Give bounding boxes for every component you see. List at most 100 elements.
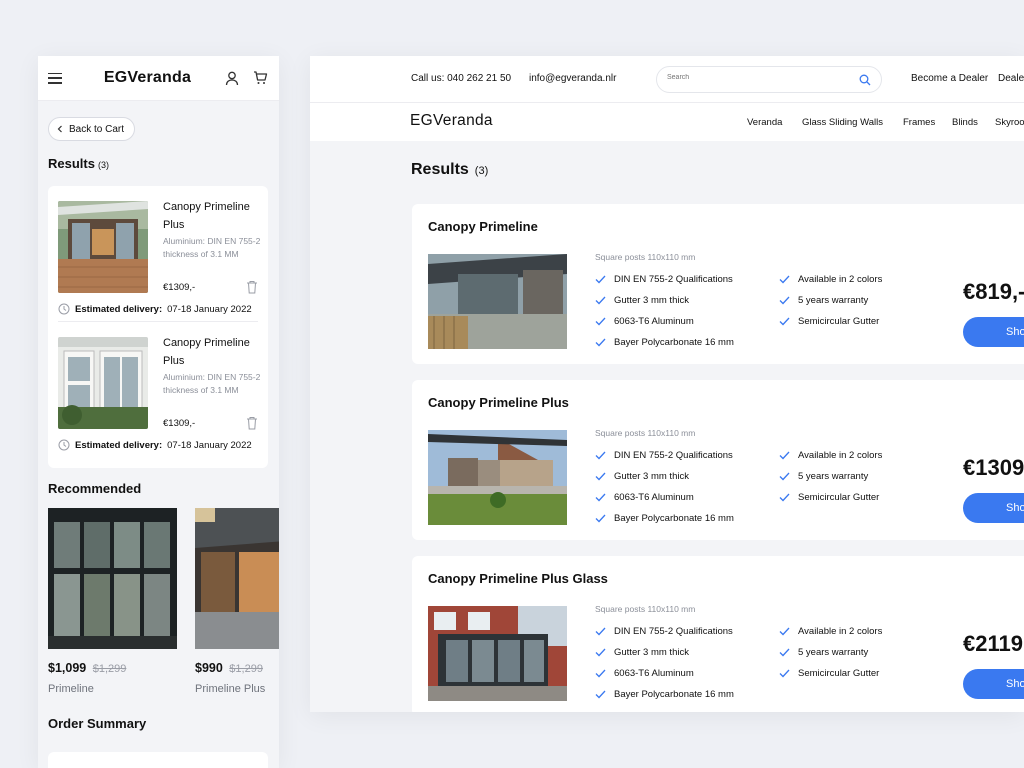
recommended-image[interactable] [195, 508, 279, 649]
check-icon [779, 472, 790, 481]
mobile-results-heading: Results (3) [48, 156, 109, 171]
recommended-image[interactable] [48, 508, 177, 649]
results-title: Results [48, 156, 95, 171]
price-old: $1,299 [92, 663, 127, 675]
feature-item: Gutter 3 mm thick [595, 471, 689, 482]
top-bar: Call us: 040 262 21 50 info@egveranda.nl… [310, 56, 1024, 103]
feature-item: 6063-T6 Aluminum [595, 492, 694, 503]
product-card: Canopy Primeline Square posts 110x110 mm… [412, 204, 1024, 364]
mobile-header: EGVeranda [38, 56, 279, 101]
cart-list: Canopy Primeline Plus Aluminium: DIN EN … [48, 186, 268, 468]
mobile-logo[interactable]: EGVeranda [82, 69, 213, 87]
feature-text: DIN EN 755-2 Qualifications [614, 626, 733, 637]
product-button[interactable]: Sho [963, 669, 1024, 699]
nav-item-veranda[interactable]: Veranda [747, 117, 782, 128]
cart-item-image[interactable] [58, 201, 148, 293]
product-image[interactable] [428, 254, 567, 349]
recommended-card[interactable]: $1,099 $1,299 Primeline [48, 508, 177, 695]
product-title[interactable]: Canopy Primeline Plus [428, 395, 569, 410]
feature-item: Available in 2 colors [779, 626, 882, 637]
product-subtitle: Square posts 110x110 mm [595, 252, 696, 262]
feature-text: Available in 2 colors [798, 626, 883, 637]
feature-text: Gutter 3 mm thick [614, 471, 689, 482]
product-price: €819,- [963, 279, 1024, 304]
main-nav: EGVeranda Veranda Glass Sliding Walls Fr… [310, 103, 1024, 141]
product-image[interactable] [428, 606, 567, 701]
results-count: (3) [474, 165, 489, 177]
check-icon [779, 296, 790, 305]
feature-item: Bayer Polycarbonate 16 mm [595, 513, 734, 524]
check-icon [779, 627, 790, 636]
product-price: €2119, [963, 631, 1024, 656]
cart-item-image[interactable] [58, 337, 148, 429]
feature-item: Semicircular Gutter [779, 492, 879, 503]
clock-icon [58, 439, 70, 451]
nav-item-frames[interactable]: Frames [903, 117, 935, 128]
feature-text: Semicircular Gutter [798, 492, 880, 503]
product-title[interactable]: Canopy Primeline Plus Glass [428, 571, 608, 586]
check-icon [595, 472, 606, 481]
cart-item-desc: Aluminium: DIN EN 755-2 thickness of 3.1… [163, 371, 263, 397]
product-title[interactable]: Canopy Primeline [428, 219, 538, 234]
recommended-name: Primeline [48, 683, 94, 695]
phone-link[interactable]: Call us: 040 262 21 50 [411, 73, 511, 84]
check-icon [779, 669, 790, 678]
cart-item: Canopy Primeline Plus Aluminium: DIN EN … [58, 186, 260, 322]
product-button[interactable]: Sho [963, 317, 1024, 347]
recommended-price: $990 $1,299 [195, 661, 279, 675]
feature-item: 5 years warranty [779, 647, 868, 658]
feature-text: 5 years warranty [798, 471, 869, 482]
check-icon [779, 317, 790, 326]
check-icon [779, 451, 790, 460]
delivery-label: Estimated delivery: [75, 303, 163, 315]
delivery-value: 07-18 January 2022 [167, 439, 252, 451]
product-button[interactable]: Sho [963, 493, 1024, 523]
cart-item-title[interactable]: Canopy Primeline Plus [163, 334, 263, 370]
results-title: Results [411, 161, 469, 178]
cart-item-title[interactable]: Canopy Primeline Plus [163, 198, 263, 234]
feature-item: Bayer Polycarbonate 16 mm [595, 337, 734, 348]
nav-item-glass-sliding-walls[interactable]: Glass Sliding Walls [802, 117, 883, 128]
dealer-link[interactable]: Deale [998, 73, 1024, 84]
desktop-logo[interactable]: EGVeranda [410, 112, 493, 130]
cart-icon[interactable] [251, 69, 269, 87]
back-to-cart-label: Back to Cart [69, 123, 125, 135]
check-icon [595, 690, 606, 699]
search-input[interactable] [667, 74, 837, 81]
check-icon [595, 493, 606, 502]
delivery-value: 07-18 January 2022 [167, 303, 252, 315]
check-icon [595, 296, 606, 305]
back-to-cart-button[interactable]: Back to Cart [48, 117, 136, 141]
check-icon [595, 669, 606, 678]
product-card: Canopy Primeline Plus Square posts 110x1… [412, 380, 1024, 540]
recommended-price: $1,099 $1,299 [48, 661, 177, 675]
feature-item: Gutter 3 mm thick [595, 647, 689, 658]
cart-item-desc: Aluminium: DIN EN 755-2 thickness of 3.1… [163, 235, 263, 261]
search-box [656, 66, 882, 93]
feature-item: Available in 2 colors [779, 274, 882, 285]
user-icon[interactable] [223, 69, 241, 87]
check-icon [595, 648, 606, 657]
recommended-card[interactable]: $990 $1,299 Primeline Plus [195, 508, 279, 695]
feature-text: Available in 2 colors [798, 274, 883, 285]
price-current: $990 [195, 661, 223, 675]
trash-icon[interactable] [246, 280, 258, 294]
feature-item: Available in 2 colors [779, 450, 882, 461]
feature-text: Available in 2 colors [798, 450, 883, 461]
order-summary-heading: Order Summary [48, 716, 147, 731]
search-icon[interactable] [859, 74, 871, 86]
menu-icon[interactable] [48, 72, 62, 84]
nav-item-blinds[interactable]: Blinds [952, 117, 978, 128]
trash-icon[interactable] [246, 416, 258, 430]
feature-item: 5 years warranty [779, 295, 868, 306]
product-image[interactable] [428, 430, 567, 525]
recommended-name: Primeline Plus [195, 683, 266, 695]
feature-item: DIN EN 755-2 Qualifications [595, 626, 733, 637]
email-link[interactable]: info@egveranda.nlr [529, 73, 616, 84]
check-icon [595, 514, 606, 523]
nav-item-skyroof[interactable]: Skyroo [995, 117, 1024, 128]
become-dealer-link[interactable]: Become a Dealer [911, 73, 988, 84]
cart-item-desc-label: Aluminium: [163, 236, 206, 246]
delivery-info: Estimated delivery: 07-18 January 2022 [58, 439, 252, 451]
product-subtitle: Square posts 110x110 mm [595, 428, 696, 438]
